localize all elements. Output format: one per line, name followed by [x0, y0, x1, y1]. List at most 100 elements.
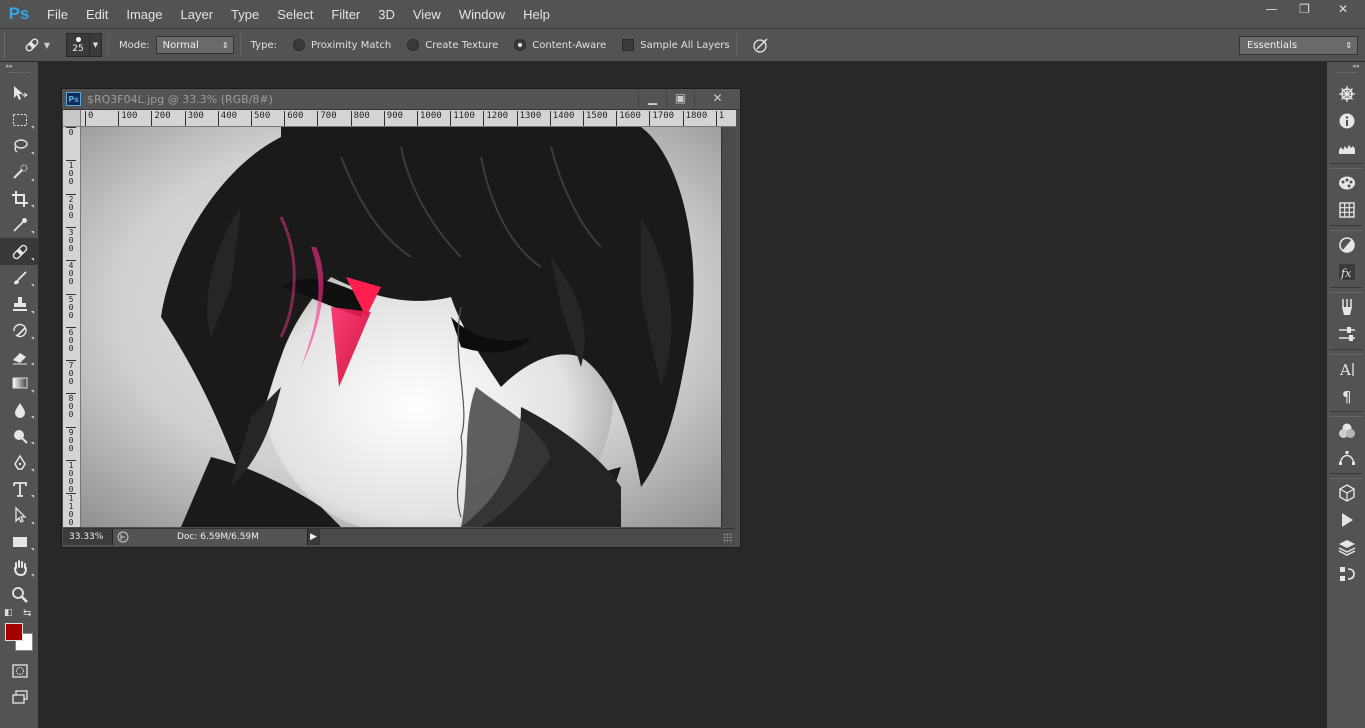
menu-select[interactable]: Select [268, 0, 322, 29]
menu-view[interactable]: View [404, 0, 450, 29]
tool-rectangle[interactable] [0, 529, 39, 555]
panel-paragraph[interactable]: ¶ [1327, 382, 1365, 409]
tool-lasso[interactable] [0, 133, 39, 159]
spot-healing-icon [12, 244, 27, 259]
horizontal-ruler[interactable]: 0 100 200 300 400 500 600 700 800 900 1000 1100 1200… [81, 110, 736, 127]
expand-panels-icon[interactable]: ◂◂ [1327, 62, 1365, 72]
menu-help[interactable]: Help [514, 0, 559, 29]
rectangle-icon [12, 536, 27, 547]
menu-3d[interactable]: 3D [369, 0, 404, 29]
radio-proximity-match[interactable] [292, 39, 305, 51]
mode-select[interactable]: Normal ⇕ [155, 36, 234, 54]
close-button[interactable]: ✕ [1321, 0, 1365, 18]
pressure-size-button[interactable] [747, 33, 775, 57]
document-title-bar[interactable]: Ps $RQ3F04L.jpg @ 33.3% (RGB/8#) ▁ ▣ ✕ [62, 89, 740, 110]
tool-blur[interactable] [0, 397, 39, 423]
document-title: $RQ3F04L.jpg @ 33.3% (RGB/8#) [87, 92, 273, 106]
workspace-value: Essentials [1247, 40, 1298, 51]
panel-3d[interactable] [1327, 479, 1365, 506]
tool-move[interactable] [0, 80, 39, 106]
ruler-tick-label: 1500 [583, 111, 608, 126]
status-menu-arrow[interactable]: ▶ [307, 529, 319, 545]
menu-filter[interactable]: Filter [322, 0, 369, 29]
document-size-info: Doc: 6.59M/6.59M [177, 532, 259, 542]
dock-grip[interactable] [1335, 72, 1357, 80]
histogram-icon [1338, 144, 1355, 154]
tool-marquee[interactable] [0, 106, 39, 132]
menu-layer[interactable]: Layer [172, 0, 223, 29]
tool-zoom[interactable] [0, 581, 39, 607]
ruler-tick-label: 900 [383, 111, 403, 126]
doc-maximize-button[interactable]: ▣ [666, 89, 694, 107]
ruler-tick-label: 600 [284, 111, 303, 126]
zoom-level-field[interactable]: 33.33% [63, 529, 113, 545]
panel-brush-presets[interactable] [1327, 293, 1365, 320]
panel-layers[interactable] [1327, 533, 1365, 560]
ruler-origin[interactable] [63, 110, 81, 127]
panel-info[interactable] [1327, 107, 1365, 134]
tool-preset-picker[interactable]: ▼ [22, 33, 50, 57]
sample-all-layers-checkbox[interactable] [622, 39, 635, 51]
tool-path-select[interactable] [0, 502, 39, 528]
tool-type[interactable] [0, 476, 39, 502]
radio-content-aware[interactable] [514, 39, 527, 51]
tool-gradient[interactable] [0, 370, 39, 396]
image-canvas[interactable] [81, 127, 721, 527]
menu-file[interactable]: File [38, 0, 77, 29]
radio-content-aware-label: Content-Aware [532, 39, 607, 51]
ruler-tick-label: 8 0 0 [66, 393, 76, 419]
doc-close-button[interactable]: ✕ [694, 89, 740, 107]
panel-character[interactable]: A [1327, 355, 1365, 382]
panel-paths[interactable] [1327, 444, 1365, 471]
vertical-ruler[interactable]: 0 1 0 0 2 0 0 3 0 0 4 0 0 5 0 0 6 0 0 7 0 0 8 0 … [63, 127, 81, 527]
panel-styles[interactable]: fx [1327, 258, 1365, 285]
tool-hand[interactable] [0, 555, 39, 581]
menu-window[interactable]: Window [450, 0, 514, 29]
menu-image[interactable]: Image [117, 0, 171, 29]
tool-eyedropper[interactable] [0, 212, 39, 238]
horizontal-scrollbar[interactable] [319, 529, 735, 545]
panel-history[interactable] [1327, 560, 1365, 587]
tool-pen[interactable] [0, 449, 39, 475]
resize-grip-icon[interactable] [723, 533, 733, 543]
sample-all-layers-label: Sample All Layers [640, 39, 730, 51]
tool-spot-healing[interactable] [0, 238, 39, 265]
tool-clone-stamp[interactable] [0, 291, 39, 317]
panel-swatches[interactable] [1327, 196, 1365, 223]
swap-colors-icon[interactable]: ⇆ [23, 608, 31, 619]
workspace-select[interactable]: Essentials ⇕ [1239, 36, 1358, 55]
panel-navigator[interactable] [1327, 80, 1365, 107]
restore-button[interactable]: ❐ [1288, 0, 1321, 18]
quick-mask-button[interactable] [0, 658, 39, 684]
vertical-scrollbar[interactable] [721, 127, 736, 527]
panel-actions[interactable] [1327, 506, 1365, 533]
panel-adjustments[interactable] [1327, 231, 1365, 258]
panel-color[interactable] [1327, 169, 1365, 196]
status-circle-icon [117, 531, 129, 543]
tool-eraser[interactable] [0, 344, 39, 370]
panel-histogram[interactable] [1327, 134, 1365, 161]
foreground-color-swatch[interactable] [5, 622, 23, 641]
default-colors-icon[interactable]: ◧ [4, 608, 13, 618]
panel-channels[interactable] [1327, 417, 1365, 444]
brush-size-dropdown[interactable]: ▼ [90, 33, 102, 57]
toolbar-grip[interactable] [8, 72, 30, 80]
options-bar-grip[interactable] [4, 33, 12, 57]
minimize-button[interactable]: — [1255, 0, 1288, 18]
tool-quick-select[interactable] [0, 159, 39, 185]
doc-minimize-button[interactable]: ▁ [638, 89, 666, 107]
tool-brush[interactable] [0, 265, 39, 291]
clone-stamp-icon [12, 297, 27, 312]
tool-dodge[interactable] [0, 423, 39, 449]
brush-size-picker[interactable]: 25 [66, 33, 90, 57]
panel-tool-presets[interactable] [1327, 320, 1365, 347]
menu-edit[interactable]: Edit [77, 0, 117, 29]
radio-create-texture[interactable] [407, 39, 420, 51]
layers-icon [1338, 539, 1355, 556]
tool-history-brush[interactable] [0, 318, 39, 344]
tool-crop[interactable] [0, 186, 39, 212]
collapse-toolbar-icon[interactable]: ▸▸ [0, 62, 38, 72]
export-status-icon[interactable] [113, 529, 133, 545]
screen-mode-button[interactable] [0, 684, 39, 710]
menu-type[interactable]: Type [222, 0, 268, 29]
